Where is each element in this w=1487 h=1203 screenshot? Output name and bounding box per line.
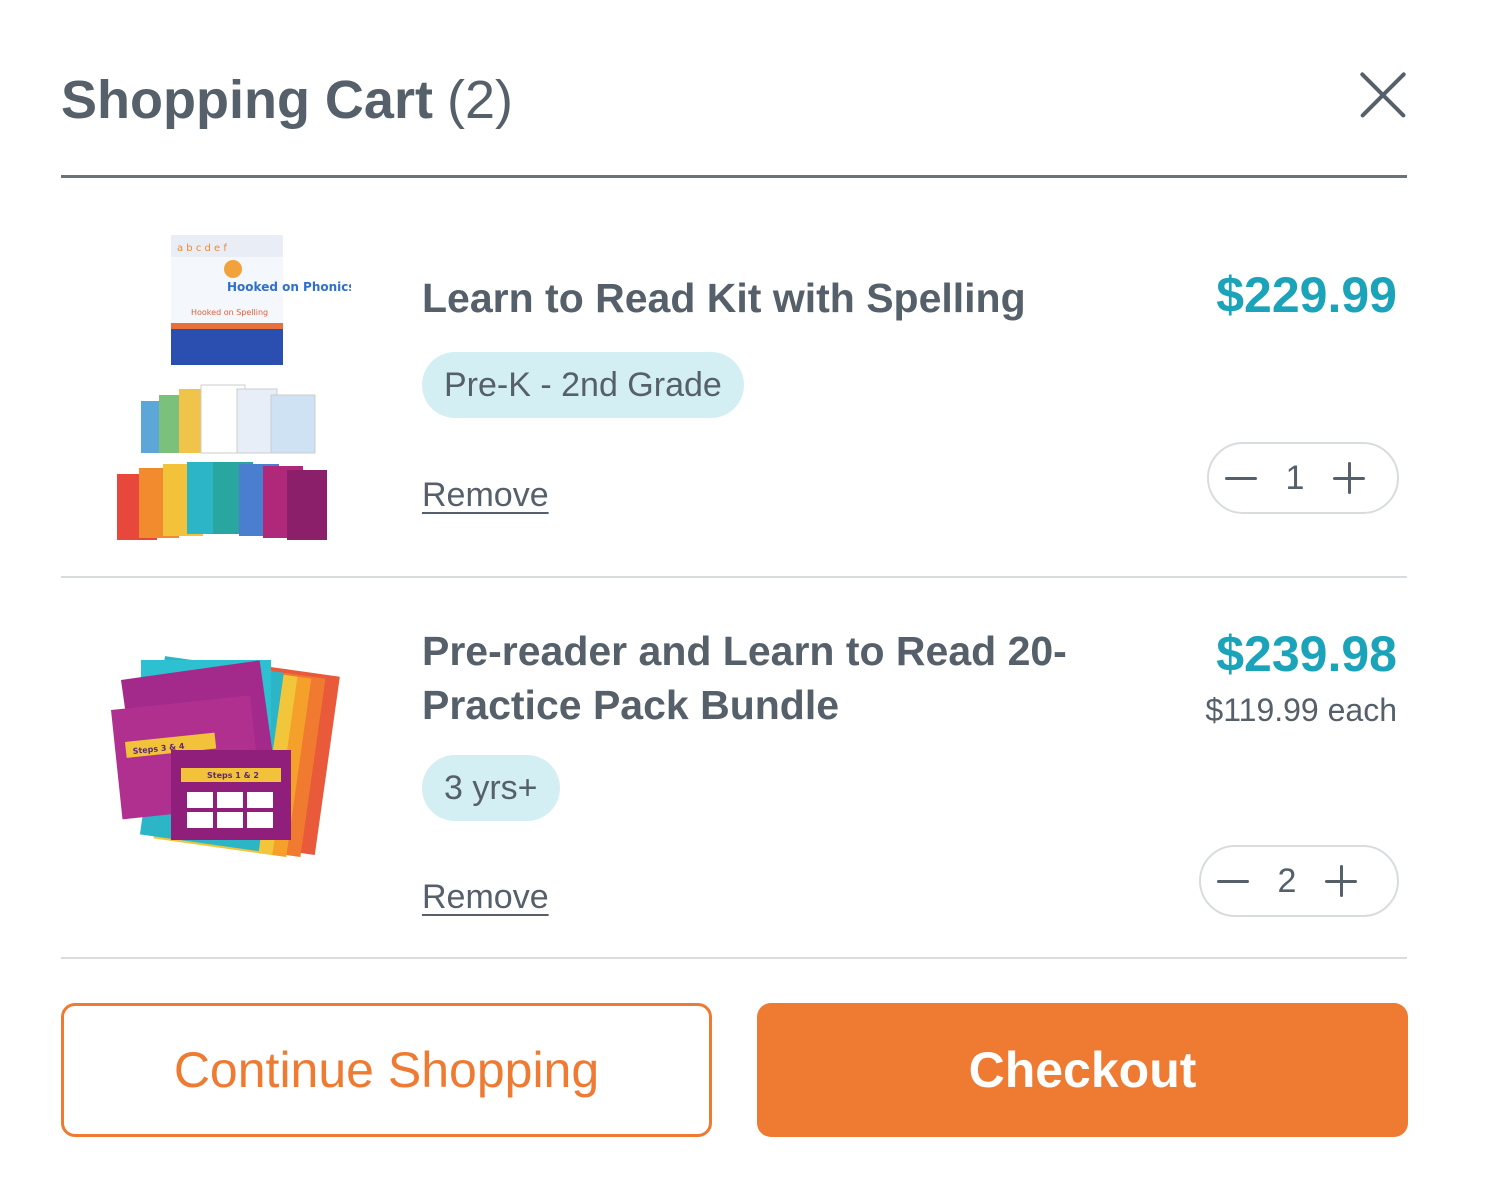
- product-name[interactable]: Pre-reader and Learn to Read 20-Practice…: [422, 624, 1142, 732]
- plus-icon[interactable]: [1317, 444, 1381, 512]
- age-badge: 3 yrs+: [422, 755, 560, 821]
- kit-brand-text: Hooked on Phonics: [227, 280, 351, 294]
- item-divider: [61, 957, 1407, 959]
- bundle-illustration: Steps 3 & 4 Steps 1 & 2: [111, 656, 340, 857]
- line-price: $229.99: [1216, 267, 1397, 323]
- close-icon[interactable]: [1359, 70, 1407, 118]
- header-divider: [61, 175, 1407, 178]
- cart-item: a b c d e f Hooked on Phonics Hooked on …: [61, 215, 1407, 555]
- remove-button[interactable]: Remove: [422, 875, 549, 919]
- quantity-value[interactable]: 2: [1265, 862, 1309, 901]
- plus-icon[interactable]: [1309, 847, 1373, 915]
- remove-button[interactable]: Remove: [422, 473, 549, 517]
- kit-illustration: a b c d e f Hooked on Phonics Hooked on …: [117, 235, 356, 540]
- cart-count: (2): [446, 70, 513, 130]
- line-price: $239.98: [1216, 626, 1397, 682]
- minus-icon[interactable]: [1209, 444, 1273, 512]
- cart-title: Shopping Cart: [61, 70, 433, 130]
- quantity-stepper: 2: [1199, 845, 1399, 917]
- product-image-kit: a b c d e f Hooked on Phonics Hooked on …: [101, 233, 356, 543]
- bundle-step-b-text: Steps 1 & 2: [207, 771, 259, 780]
- unit-price: $119.99 each: [1205, 692, 1397, 728]
- product-image-bundle: Steps 3 & 4 Steps 1 & 2: [101, 650, 351, 890]
- quantity-stepper: 1: [1207, 442, 1399, 514]
- minus-icon[interactable]: [1201, 847, 1265, 915]
- age-badge: Pre-K - 2nd Grade: [422, 352, 744, 418]
- cart-header: Shopping Cart (2): [61, 60, 1407, 140]
- continue-shopping-button[interactable]: Continue Shopping: [61, 1003, 712, 1137]
- product-name[interactable]: Learn to Read Kit with Spelling: [422, 271, 1122, 325]
- svg-text:a b c d e f: a b c d e f: [177, 243, 227, 254]
- cart-item: Steps 3 & 4 Steps 1 & 2 Pre-reader and L…: [61, 600, 1407, 945]
- checkout-button[interactable]: Checkout: [757, 1003, 1408, 1137]
- kit-sub-text: Hooked on Spelling: [191, 308, 268, 317]
- page-title: Shopping Cart (2): [61, 68, 513, 132]
- item-divider: [61, 576, 1407, 578]
- quantity-value[interactable]: 1: [1273, 459, 1317, 498]
